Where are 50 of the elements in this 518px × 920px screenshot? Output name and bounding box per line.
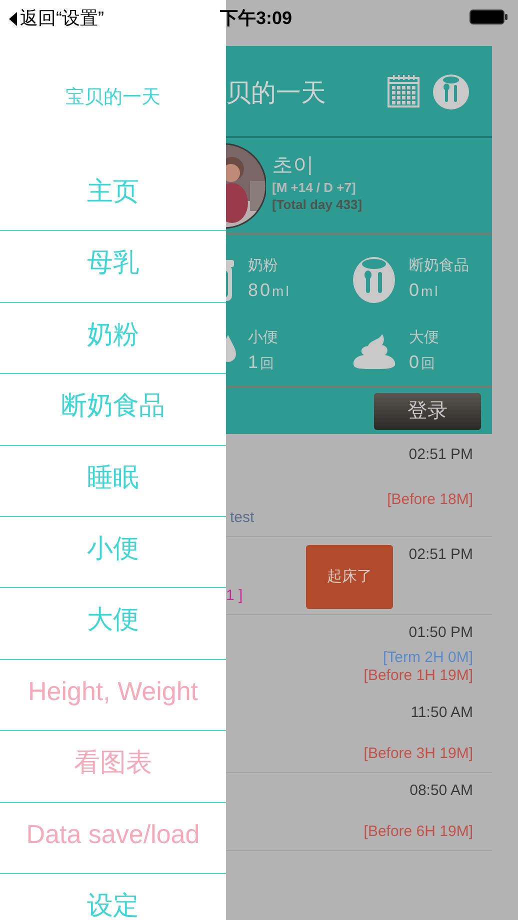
menu-item[interactable]: Height, Weight [0,660,226,732]
poop-icon [352,332,396,370]
menu-item[interactable]: 设定 [0,874,226,920]
stat-label: 大便 [409,328,439,348]
entry-time: 02:51 PM [408,446,473,464]
stat-label: 小便 [248,328,278,348]
stat-unit: 回 [421,354,438,372]
stat-unit: 回 [260,354,276,372]
entry-note: test [229,509,254,527]
menu-item[interactable]: 主页 [0,160,226,232]
menu-item[interactable]: 看图表 [0,731,226,803]
stat-label: 断奶食品 [409,256,469,276]
menu-item[interactable]: Data save/load [0,802,226,874]
menu-item[interactable]: 大便 [0,588,226,660]
stat-value: 1 [248,350,260,374]
entry-time: 02:51 PM [408,546,473,564]
menu-item[interactable]: 睡眠 [0,446,226,517]
entry-tag: [Before 3H 19M] [364,745,473,763]
bib-icon[interactable] [432,72,470,110]
stat-value: 0 [409,278,422,302]
login-button[interactable]: 登录 [374,392,481,430]
action-button[interactable]: 起床了 [306,545,393,609]
back-icon[interactable] [8,10,18,26]
battery-icon [469,9,508,25]
bib-icon [352,255,396,303]
back-link[interactable]: 返回“设置” [8,5,104,32]
stat-label: 奶粉 [248,256,279,276]
drawer-title: 宝贝的一天 [66,87,160,109]
entry-tag: [Term 2H 0M] [382,649,473,667]
child-name: 초이 [272,152,315,178]
total-days-text: [Total day 433] [272,196,362,212]
entry-note: 1 ] [226,587,243,605]
age-text: [M +14 / D +7] [272,178,357,196]
status-time: 下午3:09 [220,7,292,30]
stat-value: 0 [409,350,422,374]
stat-value: 80 [248,278,272,302]
app-title: 贝的一天 [226,78,326,110]
menu-item[interactable]: 母乳 [0,231,226,303]
entry-tag: [Before 18M] [387,491,473,509]
stat-unit: ml [272,282,291,300]
entry-time: 01:50 PM [408,624,473,642]
menu-item[interactable]: 奶粉 [0,302,226,374]
menu-item[interactable]: 小便 [0,516,226,588]
calendar-icon[interactable] [387,74,420,108]
entry-time: 08:50 AM [410,782,473,800]
menu-item[interactable]: 断奶食品 [0,374,226,446]
stat-unit: ml [421,282,440,300]
entry-tag: [Before 1H 19M] [364,667,473,685]
entry-time: 11:50 AM [410,704,473,722]
entry-tag: [Before 6H 19M] [364,823,473,841]
